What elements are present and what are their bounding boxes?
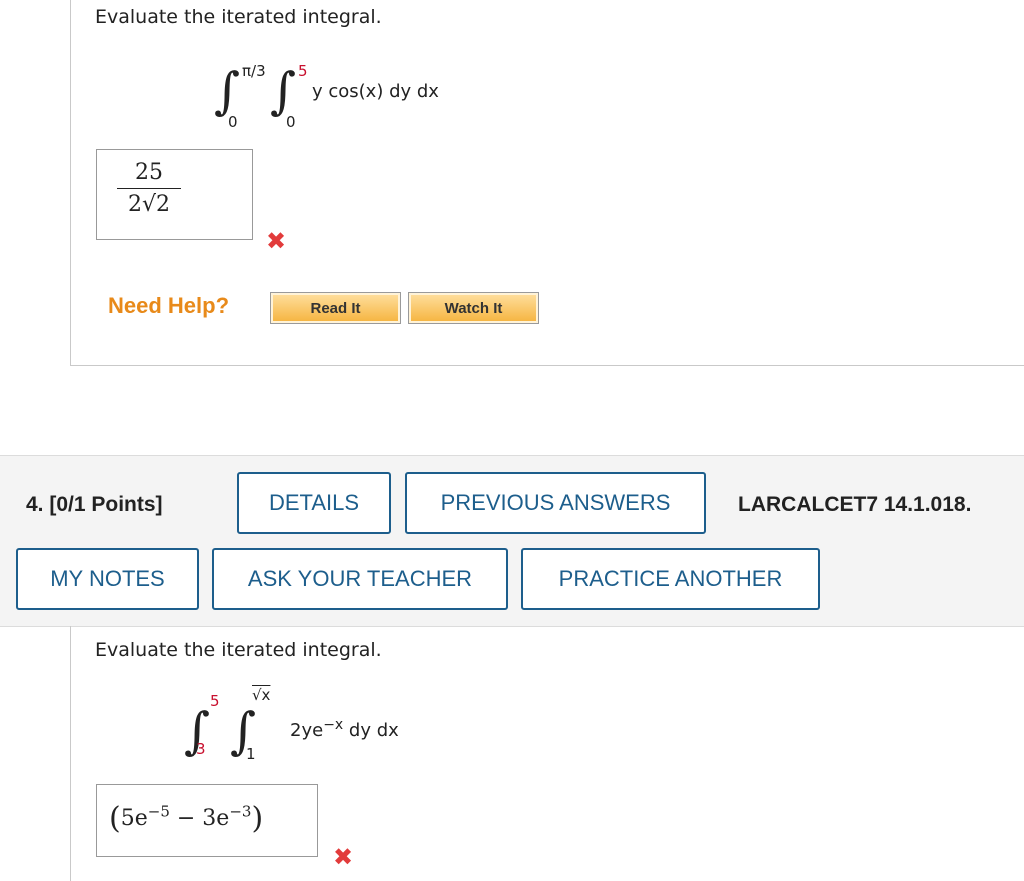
inner-lower-limit: 1	[246, 745, 256, 763]
answer-expression: (5e−5 − 3e−3)	[109, 801, 263, 836]
outer-integral-sign: ∫	[214, 62, 241, 120]
outer-lower-limit: 3	[196, 740, 206, 758]
answer-denominator: 2√2	[127, 192, 170, 217]
inner-lower-limit: 0	[286, 113, 296, 131]
open-paren: (	[109, 801, 121, 836]
ask-your-teacher-button[interactable]: ASK YOUR TEACHER	[212, 548, 508, 610]
previous-answers-button[interactable]: PREVIOUS ANSWERS	[405, 472, 706, 534]
minus-sign: −	[169, 806, 203, 831]
outer-lower-limit: 0	[228, 113, 238, 131]
answer-numerator: 25	[135, 160, 163, 185]
term-a: 5e	[120, 806, 148, 831]
term-b-exponent: −3	[229, 802, 252, 821]
outer-upper-limit: 5	[210, 692, 220, 710]
question-reference: LARCALCET7 14.1.018.	[738, 493, 972, 516]
need-help-label: Need Help?	[108, 293, 230, 318]
fraction-bar	[117, 188, 181, 189]
wrong-x-icon: ✖	[333, 843, 354, 871]
answer-input-box[interactable]: (5e−5 − 3e−3)	[96, 784, 318, 857]
answer-fraction: 25 2√2	[117, 160, 181, 217]
question-points: [0/1 Points]	[49, 493, 163, 516]
term-b: 3e	[202, 806, 230, 831]
question-number: 4.	[26, 493, 44, 516]
outer-upper-limit: π/3	[242, 62, 266, 80]
answer-input-box[interactable]: 25 2√2	[96, 149, 253, 240]
question-3-prompt: Evaluate the iterated integral.	[95, 6, 382, 28]
watch-it-button[interactable]: Watch It	[408, 292, 539, 324]
inner-upper-limit: 5	[298, 62, 308, 80]
practice-another-button[interactable]: PRACTICE ANOTHER	[521, 548, 820, 610]
question-4-number: 4. [0/1 Points]	[26, 493, 163, 517]
my-notes-button[interactable]: MY NOTES	[16, 548, 199, 610]
integrand: y cos(x) dy dx	[312, 81, 439, 102]
close-paren: )	[251, 801, 264, 836]
wrong-x-icon: ✖	[266, 227, 287, 255]
term-a-exponent: −5	[147, 802, 170, 821]
integrand: 2ye−x dy dx	[290, 717, 399, 741]
inner-upper-limit: √x	[252, 686, 271, 704]
integrand-differentials: dy dx	[343, 720, 399, 741]
integrand-exponent: −x	[323, 717, 344, 733]
inner-integral-sign: ∫	[270, 62, 297, 120]
question-4-prompt: Evaluate the iterated integral.	[95, 639, 382, 661]
integrand-base: 2ye	[290, 720, 324, 741]
details-button[interactable]: DETAILS	[237, 472, 391, 534]
read-it-button[interactable]: Read It	[270, 292, 401, 324]
